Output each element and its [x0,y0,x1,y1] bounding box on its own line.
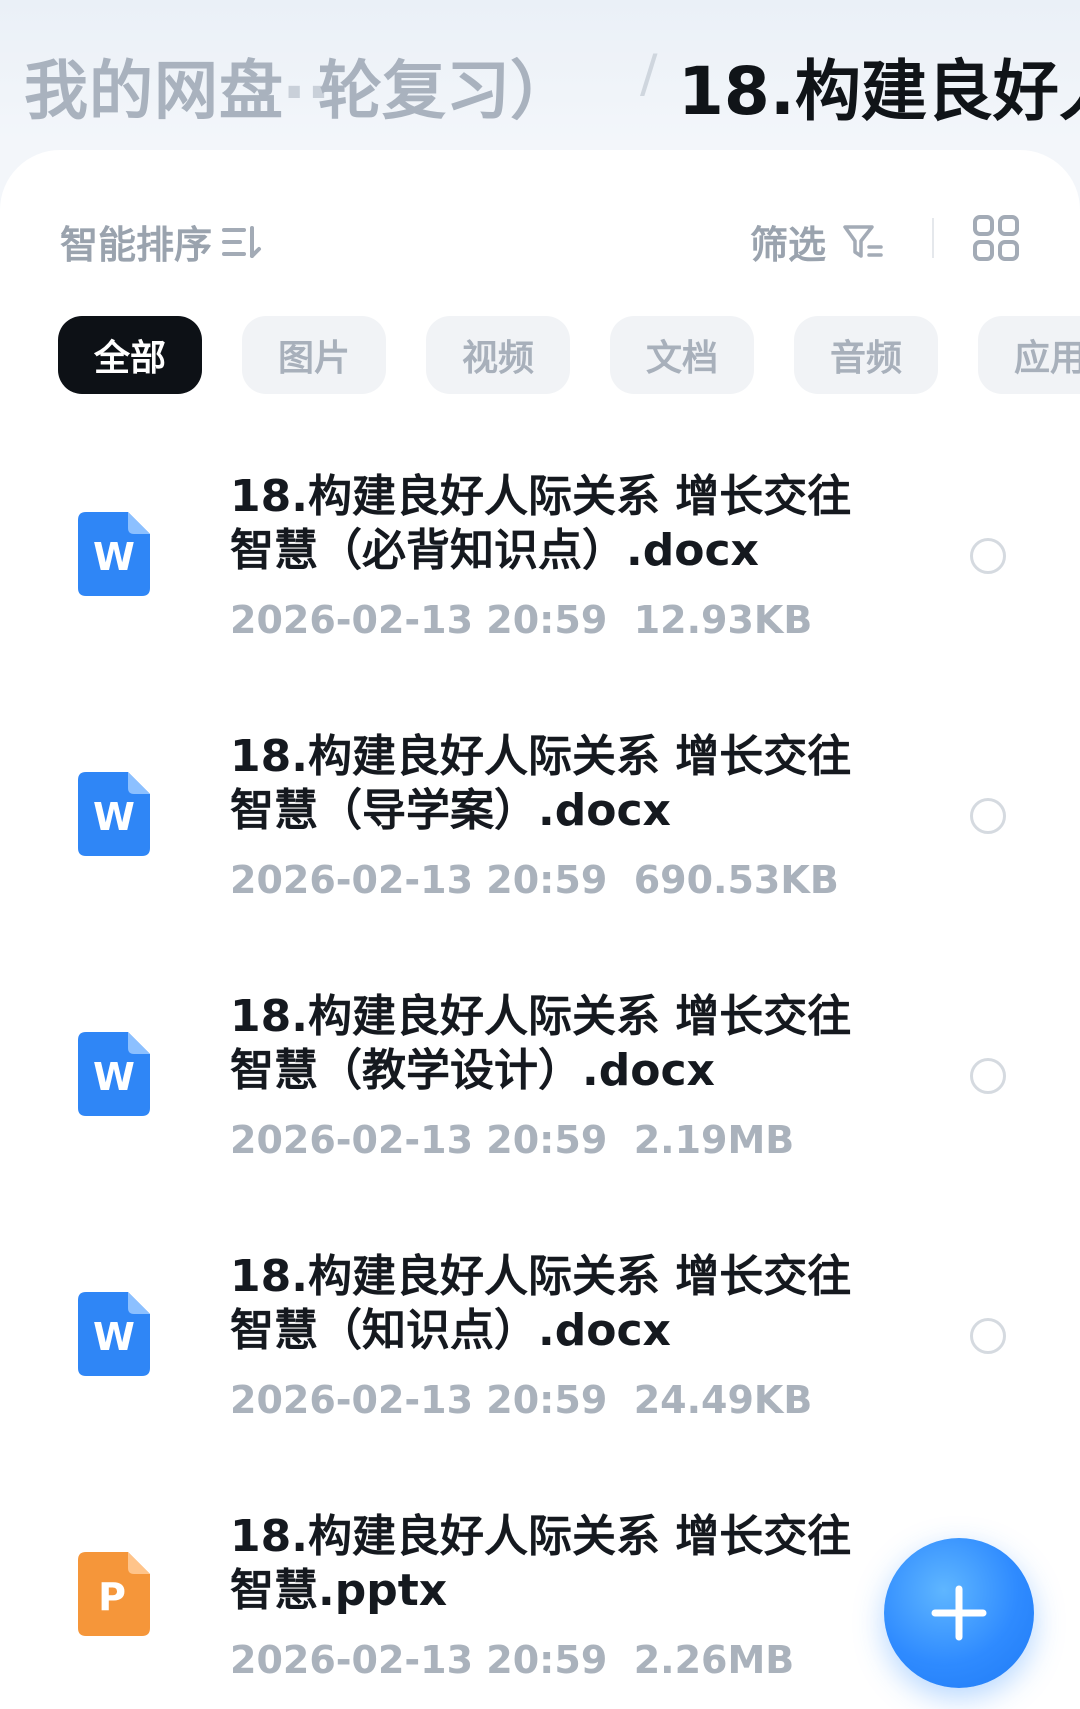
file-icon-letter: W [93,1055,135,1099]
file-size: 2.19MB [633,1118,795,1162]
file-icon-letter: P [98,1575,126,1619]
file-select-checkbox[interactable] [970,798,1006,834]
sort-label: 智能排序 [60,223,213,267]
file-select-checkbox[interactable] [970,1318,1006,1354]
tab-videos[interactable]: 视频 [426,316,570,394]
file-meta: 2026-02-13 20:59 12.93KB [230,598,812,642]
tab-images[interactable]: 图片 [242,316,386,394]
file-name: 18.构建良好人际关系 增长交往 智慧.pptx [230,1510,870,1618]
grid-view-button[interactable] [972,214,1020,266]
file-date: 2026-02-13 20:59 [230,1118,608,1162]
sort-button[interactable]: 智能排序 [60,214,262,269]
cloud-drive-page: 我的网盘 .. 轮复习） / 18.构建良好人 智能排序 筛选 [0,0,1080,1709]
word-file-icon: W [78,1032,150,1116]
toolbar: 智能排序 筛选 [0,210,1080,270]
toolbar-divider [932,218,934,258]
word-file-icon: W [78,772,150,856]
file-date: 2026-02-13 20:59 [230,1378,608,1422]
file-icon-letter: W [93,535,135,579]
file-date: 2026-02-13 20:59 [230,598,608,642]
file-name: 18.构建良好人际关系 增长交往 智慧（知识点）.docx [230,1250,870,1358]
tab-documents[interactable]: 文档 [610,316,754,394]
breadcrumb: 我的网盘 .. 轮复习） / 18.构建良好人 [0,28,1080,128]
file-date: 2026-02-13 20:59 [230,1638,608,1682]
file-name: 18.构建良好人际关系 增长交往 智慧（必背知识点）.docx [230,470,870,578]
file-name-line-2: 智慧（教学设计）.docx [230,1045,715,1096]
breadcrumb-root[interactable]: 我的网盘 [24,40,284,128]
file-meta: 2026-02-13 20:59 2.19MB [230,1118,794,1162]
grid-view-icon [973,215,1019,261]
file-name-line-2: 智慧（必背知识点）.docx [230,525,759,576]
file-name-line-1: 18.构建良好人际关系 增长交往 [230,991,852,1042]
word-file-icon: W [78,1292,150,1376]
word-file-icon: W [78,512,150,596]
file-name-line-2: 智慧.pptx [230,1565,448,1616]
file-select-checkbox[interactable] [970,1058,1006,1094]
plus-icon [931,1585,987,1641]
file-icon-letter: W [93,795,135,839]
file-row[interactable]: W 18.构建良好人际关系 增长交往 智慧（必背知识点）.docx 2026-0… [0,470,1080,710]
file-icon-letter: W [93,1315,135,1359]
file-name-line-1: 18.构建良好人际关系 增长交往 [230,1251,852,1302]
file-meta: 2026-02-13 20:59 2.26MB [230,1638,794,1682]
breadcrumb-parent[interactable]: 轮复习） [318,40,574,128]
file-size: 24.49KB [633,1378,813,1422]
file-row[interactable]: W 18.构建良好人际关系 增长交往 智慧（教学设计）.docx 2026-02… [0,990,1080,1230]
tab-audio[interactable]: 音频 [794,316,938,394]
category-tabs: 全部 图片 视频 文档 音频 应用 [0,316,1080,396]
file-name-line-1: 18.构建良好人际关系 增长交往 [230,471,852,522]
file-row[interactable]: W 18.构建良好人际关系 增长交往 智慧（导学案）.docx 2026-02-… [0,730,1080,970]
breadcrumb-separator: / [640,44,658,104]
file-meta: 2026-02-13 20:59 24.49KB [230,1378,812,1422]
file-date: 2026-02-13 20:59 [230,858,608,902]
filter-icon [843,224,883,258]
tab-all[interactable]: 全部 [58,316,202,394]
file-row[interactable]: W 18.构建良好人际关系 增长交往 智慧（知识点）.docx 2026-02-… [0,1250,1080,1490]
file-size: 690.53KB [633,858,839,902]
filter-label: 筛选 [750,223,827,267]
tab-apps[interactable]: 应用 [978,316,1080,394]
filter-button[interactable]: 筛选 [750,214,884,269]
file-name-line-1: 18.构建良好人际关系 增长交往 [230,731,852,782]
breadcrumb-current: 18.构建良好人 [678,53,1080,128]
add-button[interactable] [884,1538,1034,1688]
file-meta: 2026-02-13 20:59 690.53KB [230,858,839,902]
file-name-line-1: 18.构建良好人际关系 增长交往 [230,1511,852,1562]
file-size: 12.93KB [633,598,813,642]
sort-icon [222,225,262,258]
file-name: 18.构建良好人际关系 增长交往 智慧（教学设计）.docx [230,990,870,1098]
file-name: 18.构建良好人际关系 增长交往 智慧（导学案）.docx [230,730,870,838]
powerpoint-file-icon: P [78,1552,150,1636]
file-size: 2.26MB [633,1638,795,1682]
file-name-line-2: 智慧（知识点）.docx [230,1305,671,1356]
file-name-line-2: 智慧（导学案）.docx [230,785,671,836]
file-select-checkbox[interactable] [970,538,1006,574]
